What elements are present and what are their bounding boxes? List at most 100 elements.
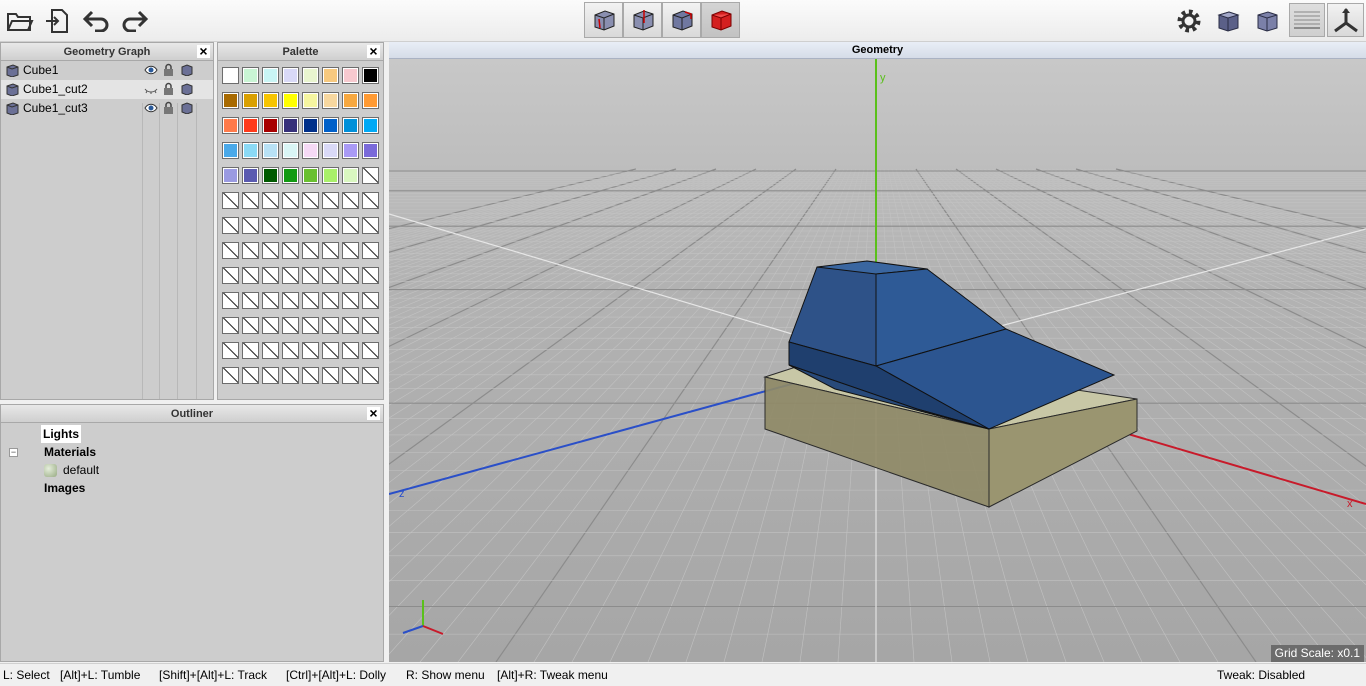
empty-swatch[interactable]	[282, 342, 299, 359]
empty-swatch[interactable]	[302, 317, 319, 334]
empty-swatch[interactable]	[322, 267, 339, 284]
close-icon[interactable]: ×	[367, 44, 380, 58]
empty-swatch[interactable]	[302, 367, 319, 384]
color-swatch[interactable]	[262, 92, 279, 109]
color-swatch[interactable]	[322, 167, 339, 184]
eye-icon[interactable]	[144, 102, 158, 114]
empty-swatch[interactable]	[242, 317, 259, 334]
empty-swatch[interactable]	[262, 342, 279, 359]
empty-swatch[interactable]	[262, 367, 279, 384]
color-swatch[interactable]	[342, 67, 359, 84]
empty-swatch[interactable]	[242, 242, 259, 259]
empty-swatch[interactable]	[362, 292, 379, 309]
color-swatch[interactable]	[262, 167, 279, 184]
color-swatch[interactable]	[342, 117, 359, 134]
empty-swatch[interactable]	[262, 242, 279, 259]
color-swatch[interactable]	[282, 92, 299, 109]
settings-gear-icon[interactable]	[1173, 5, 1205, 37]
empty-swatch[interactable]	[282, 317, 299, 334]
color-swatch[interactable]	[262, 117, 279, 134]
empty-swatch[interactable]	[262, 217, 279, 234]
lock-icon[interactable]	[163, 63, 174, 77]
viewport-canvas[interactable]: y z x	[389, 59, 1366, 662]
eye-closed-icon[interactable]	[144, 83, 158, 95]
redo-icon[interactable]	[119, 5, 151, 37]
empty-swatch[interactable]	[362, 317, 379, 334]
3d-viewport[interactable]: y z x Grid Scale: x0.1	[389, 59, 1366, 662]
empty-swatch[interactable]	[342, 342, 359, 359]
color-swatch[interactable]	[362, 117, 379, 134]
empty-swatch[interactable]	[222, 317, 239, 334]
empty-swatch[interactable]	[222, 192, 239, 209]
lock-icon[interactable]	[163, 82, 174, 96]
empty-swatch[interactable]	[302, 267, 319, 284]
color-swatch[interactable]	[302, 67, 319, 84]
empty-swatch[interactable]	[322, 242, 339, 259]
empty-swatch[interactable]	[242, 292, 259, 309]
empty-swatch[interactable]	[222, 267, 239, 284]
material-cube-icon[interactable]	[181, 83, 193, 95]
color-swatch[interactable]	[362, 67, 379, 84]
color-swatch[interactable]	[222, 92, 239, 109]
solid-red-cube-icon[interactable]	[701, 2, 740, 38]
eye-icon[interactable]	[144, 64, 158, 76]
color-swatch[interactable]	[262, 67, 279, 84]
empty-swatch[interactable]	[242, 342, 259, 359]
close-icon[interactable]: ×	[367, 406, 380, 420]
empty-swatch[interactable]	[342, 292, 359, 309]
outliner-item-images[interactable]: Images	[1, 479, 383, 497]
empty-swatch[interactable]	[362, 192, 379, 209]
empty-swatch[interactable]	[282, 292, 299, 309]
empty-swatch[interactable]	[242, 367, 259, 384]
undo-icon[interactable]	[80, 5, 112, 37]
import-icon[interactable]	[41, 5, 73, 37]
empty-swatch[interactable]	[262, 292, 279, 309]
empty-swatch[interactable]	[342, 317, 359, 334]
empty-swatch[interactable]	[322, 292, 339, 309]
color-swatch[interactable]	[322, 142, 339, 159]
empty-swatch[interactable]	[282, 242, 299, 259]
empty-swatch[interactable]	[282, 192, 299, 209]
empty-swatch[interactable]	[302, 342, 319, 359]
empty-swatch[interactable]	[222, 367, 239, 384]
empty-swatch[interactable]	[302, 242, 319, 259]
color-swatch[interactable]	[302, 142, 319, 159]
color-swatch[interactable]	[322, 67, 339, 84]
empty-swatch[interactable]	[282, 367, 299, 384]
graph-item-cube1-cut3[interactable]: Cube1_cut3	[1, 99, 213, 118]
empty-swatch[interactable]	[282, 267, 299, 284]
outliner-item-lights[interactable]: Lights	[1, 425, 383, 443]
color-swatch[interactable]	[342, 142, 359, 159]
color-swatch[interactable]	[262, 142, 279, 159]
empty-swatch[interactable]	[342, 192, 359, 209]
close-icon[interactable]: ×	[197, 44, 210, 58]
empty-swatch[interactable]	[342, 367, 359, 384]
empty-swatch[interactable]	[262, 192, 279, 209]
empty-swatch[interactable]	[262, 267, 279, 284]
empty-swatch[interactable]	[362, 217, 379, 234]
empty-swatch[interactable]	[222, 342, 239, 359]
color-swatch[interactable]	[282, 142, 299, 159]
empty-swatch[interactable]	[362, 367, 379, 384]
empty-swatch[interactable]	[262, 317, 279, 334]
lock-icon[interactable]	[163, 101, 174, 115]
color-swatch[interactable]	[222, 67, 239, 84]
empty-swatch[interactable]	[362, 267, 379, 284]
color-swatch[interactable]	[282, 167, 299, 184]
outliner-item-material-default[interactable]: default	[1, 461, 383, 479]
graph-item-cube1-cut2[interactable]: Cube1_cut2	[1, 80, 213, 99]
color-swatch[interactable]	[242, 92, 259, 109]
color-swatch[interactable]	[362, 92, 379, 109]
color-swatch[interactable]	[282, 117, 299, 134]
shaded-cube-icon[interactable]	[1212, 5, 1244, 37]
open-folder-icon[interactable]	[4, 5, 36, 37]
outliner-item-materials[interactable]: − Materials	[1, 443, 383, 461]
empty-swatch[interactable]	[242, 217, 259, 234]
empty-swatch[interactable]	[302, 217, 319, 234]
color-swatch[interactable]	[242, 67, 259, 84]
empty-swatch[interactable]	[302, 192, 319, 209]
empty-swatch[interactable]	[342, 242, 359, 259]
empty-swatch[interactable]	[342, 267, 359, 284]
empty-swatch[interactable]	[242, 267, 259, 284]
empty-swatch[interactable]	[322, 217, 339, 234]
